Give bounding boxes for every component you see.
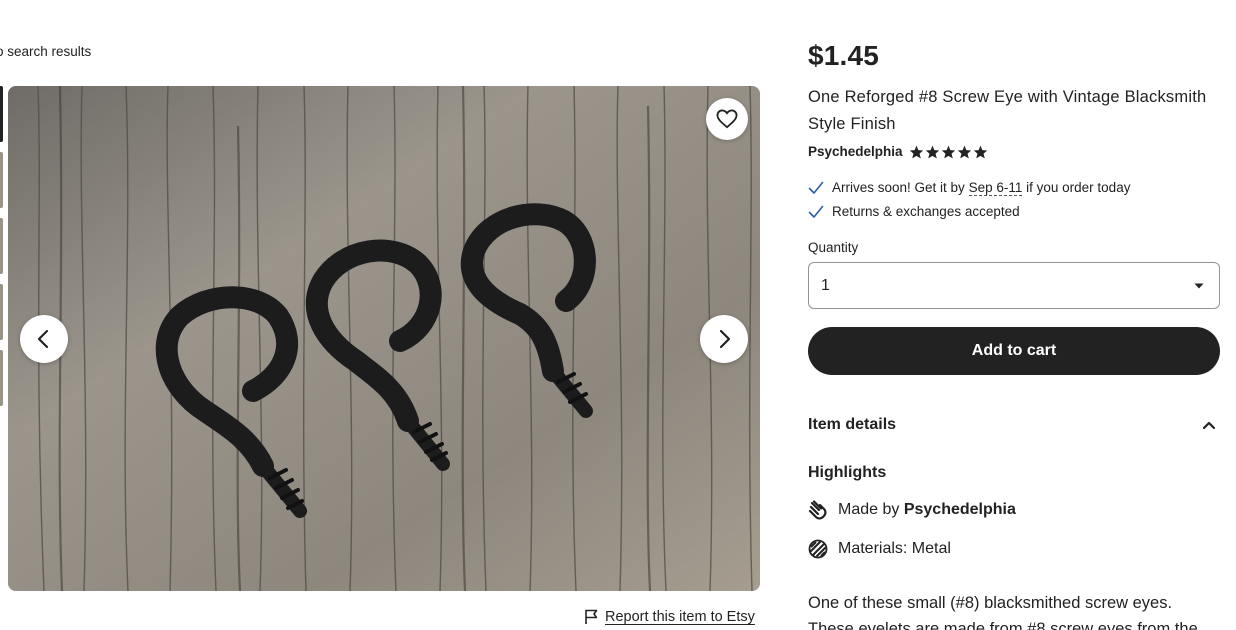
arrival-prefix: Arrives soon! Get it by xyxy=(832,180,965,195)
item-details-toggle[interactable]: Item details xyxy=(808,416,1220,434)
chevron-left-icon xyxy=(37,329,49,349)
returns-label: Returns & exchanges accepted xyxy=(832,204,1020,219)
star-icon xyxy=(973,145,987,158)
rating-stars[interactable] xyxy=(909,145,988,159)
back-to-search-link[interactable]: o search results xyxy=(0,44,91,59)
product-photo[interactable] xyxy=(8,86,760,591)
star-icon xyxy=(941,145,955,158)
check-icon xyxy=(808,181,824,194)
price: $1.45 xyxy=(808,40,880,71)
screw-eyes-image xyxy=(8,86,760,591)
materials-icon xyxy=(808,539,828,559)
star-icon xyxy=(957,145,971,158)
listing-title: One Reforged #8 Screw Eye with Vintage B… xyxy=(808,88,1207,133)
thumbnail[interactable] xyxy=(0,284,3,340)
add-to-cart-label: Add to cart xyxy=(971,342,1057,359)
made-by-shop-link[interactable]: Psychedelphia xyxy=(904,501,1016,518)
report-item-link[interactable]: Report this item to Etsy xyxy=(584,609,755,625)
chevron-up-icon xyxy=(1202,421,1216,430)
add-to-cart-button[interactable]: Add to cart xyxy=(808,327,1220,375)
star-icon xyxy=(925,145,939,158)
made-by-prefix: Made by xyxy=(838,501,900,518)
previous-image-button[interactable] xyxy=(20,315,68,363)
arrival-date[interactable]: Sep 6-11 xyxy=(968,180,1023,196)
quantity-select[interactable]: 1 xyxy=(808,262,1220,309)
item-description: One of these small (#8) blacksmithed scr… xyxy=(808,590,1220,630)
flag-icon xyxy=(585,609,598,624)
shop-name-link[interactable]: Psychedelphia xyxy=(808,144,903,159)
thumbnail[interactable] xyxy=(0,152,3,208)
heart-icon xyxy=(716,109,738,129)
dropdown-caret-icon xyxy=(1194,283,1204,288)
star-icon xyxy=(909,145,923,158)
back-to-search-label: o search results xyxy=(0,44,92,59)
hand-icon xyxy=(808,500,827,520)
item-details-label: Item details xyxy=(808,416,897,433)
quantity-value: 1 xyxy=(821,276,830,294)
made-by-highlight: Made by Psychedelphia xyxy=(808,500,1016,520)
thumbnail[interactable] xyxy=(0,86,3,142)
thumbnail-strip xyxy=(0,86,3,416)
report-item-label: Report this item to Etsy xyxy=(605,609,755,625)
materials-highlight: Materials: Metal xyxy=(808,539,951,559)
arrival-suffix: if you order today xyxy=(1026,180,1131,195)
highlights-heading: Highlights xyxy=(808,464,887,481)
check-icon xyxy=(808,205,824,218)
materials-label: Materials: Metal xyxy=(838,540,951,557)
next-image-button[interactable] xyxy=(700,315,748,363)
description-line: One of these small (#8) blacksmithed scr… xyxy=(808,594,1173,612)
description-line: These eyelets are made from #8 screw eye… xyxy=(808,620,1198,630)
arrival-info: Arrives soon! Get it by Sep 6-11 if you … xyxy=(808,180,1131,196)
quantity-label: Quantity xyxy=(808,240,859,255)
chevron-right-icon xyxy=(719,329,731,349)
thumbnail[interactable] xyxy=(0,218,3,274)
favorite-button[interactable] xyxy=(706,98,748,140)
shop-rating-row: Psychedelphia xyxy=(808,144,988,159)
returns-info: Returns & exchanges accepted xyxy=(808,204,1020,219)
thumbnail[interactable] xyxy=(0,350,3,406)
